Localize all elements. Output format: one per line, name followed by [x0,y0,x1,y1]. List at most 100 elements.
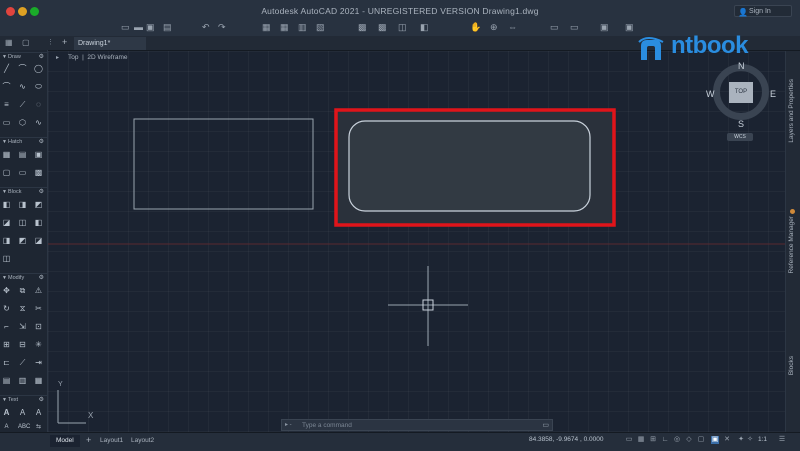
compass-west[interactable]: W [706,89,715,99]
rotate-tool-icon[interactable]: ↻ [2,304,11,313]
panel-reference-manager[interactable]: Reference Manager [788,216,795,273]
snap-toggle-icon[interactable]: ⊞ [649,436,657,444]
ellipse-tool-icon[interactable]: ⬭ [34,82,43,91]
extend-tool-icon[interactable]: ⇥ [34,358,43,367]
orbit-icon[interactable]: ⇔ [508,22,517,32]
model-space-icon[interactable]: ▭ [625,436,633,444]
plot-icon[interactable]: ▥ [298,22,307,32]
mirror-tool-icon[interactable]: ⧖ [18,304,27,313]
print-icon[interactable]: ▦ [262,22,271,32]
print-preview-icon[interactable]: ▦ [280,22,289,32]
text-style-icon[interactable]: A [34,408,43,417]
spell-check-icon[interactable]: A [2,423,11,432]
break-tool-icon[interactable]: ⊏ [2,358,11,367]
tab-layout2[interactable]: Layout2 [125,435,160,447]
redo-icon[interactable]: ↷ [218,22,226,32]
define-attribute-icon[interactable]: ◫ [18,218,27,227]
join-tool-icon[interactable]: ⟋ [18,358,27,367]
zoom-icon[interactable]: ⊕ [490,22,498,32]
abc-icon[interactable]: ABC [18,423,30,432]
fillet-tool-icon[interactable]: ⌐ [2,322,11,331]
annotation-icon[interactable]: ✦ [737,436,745,444]
hatch-tool-icon[interactable]: ▦ [2,150,11,159]
polar-toggle-icon[interactable]: ◎ [673,436,681,444]
mtext-tool-icon[interactable]: A [2,408,11,417]
command-history-icon[interactable]: ▭ [542,421,549,429]
scale-tool-icon[interactable]: ⊡ [34,322,43,331]
selection-cycling-icon[interactable]: ✕ [723,436,731,444]
palette-section-text[interactable]: ▼ Text ⚙ [0,395,47,404]
offset-tool-icon[interactable]: ⊟ [18,340,27,349]
publish-icon[interactable]: ▧ [316,22,325,32]
trim-tool-icon[interactable]: ✂ [34,304,43,313]
circle-tool-icon[interactable]: ◯ [34,64,43,73]
lengthen-tool-icon[interactable]: ▥ [18,376,27,385]
object-snap-icon[interactable]: ▢ [697,436,705,444]
properties-icon[interactable]: ▭ [550,22,559,32]
dtext-tool-icon[interactable]: A [18,408,27,417]
copy-tool-icon[interactable]: ⧉ [18,286,27,295]
polygon-tool-icon[interactable]: ⬡ [18,118,27,127]
edit-attribute-icon[interactable]: ◧ [34,218,43,227]
drawing-canvas[interactable]: ▸ Top | 2D Wireframe Y X N S W E TOP WCS [48,51,786,432]
save-icon[interactable]: ▣ [146,22,155,32]
arc-tool-icon[interactable]: ⌒ [2,82,11,91]
new-tab-button[interactable]: + [62,37,67,47]
grid-icon[interactable]: ▦ [5,38,13,47]
xline-tool-icon[interactable]: ⟋ [18,100,27,109]
import-icon[interactable]: ▩ [358,22,367,32]
compass-south[interactable]: S [738,119,744,129]
layer-icon[interactable]: ◧ [420,22,429,32]
gear-icon[interactable]: ⚙ [39,396,44,405]
array-tool-icon[interactable]: ⊞ [2,340,11,349]
open-folder-icon[interactable]: ▬ [134,22,143,32]
gradient-tool-icon[interactable]: ▤ [18,150,27,159]
gear-icon[interactable]: ⚙ [39,188,44,197]
insert-block-icon[interactable]: ◧ [2,200,11,209]
block-editor-icon[interactable]: ◪ [2,218,11,227]
lineweight-icon[interactable]: ▣ [711,436,719,444]
quick-calc-icon[interactable]: ▣ [600,22,609,32]
block-palette-icon[interactable]: ◩ [18,236,27,245]
find-text-icon[interactable]: ⇆ [34,423,43,432]
new-file-icon[interactable]: ▭ [121,22,130,32]
add-layout-button[interactable]: + [86,435,91,445]
sign-in-button[interactable]: 👤 Sign In [734,5,792,17]
attribute-manager-icon[interactable]: ◫ [2,254,11,263]
block-tag-icon[interactable]: ◪ [34,236,43,245]
chamfer-tool-icon[interactable]: ▤ [2,376,11,385]
align-tool-icon[interactable]: ▦ [34,376,43,385]
block-tool-icon[interactable]: ◨ [2,236,11,245]
measure-icon[interactable]: ▣ [625,22,634,32]
window-icon[interactable]: ▢ [22,38,30,47]
palette-section-draw[interactable]: ▼ Draw ⚙ [0,52,47,61]
tab-model[interactable]: Model [50,435,80,447]
grid-toggle-icon[interactable]: ▦ [637,436,645,444]
attach-icon[interactable]: ◫ [398,22,407,32]
tab-layout1[interactable]: Layout1 [94,435,129,447]
command-input[interactable] [302,420,532,430]
region-tool-icon[interactable]: ▢ [2,168,11,177]
line-tool-icon[interactable]: ╱ [2,64,11,73]
gear-icon[interactable]: ⚙ [39,274,44,283]
revcloud-tool-icon[interactable]: ∿ [34,118,43,127]
undo-icon[interactable]: ↶ [202,22,210,32]
explode-tool-icon[interactable]: ✳ [34,340,43,349]
command-prompt-icon[interactable]: ▸ - [285,421,292,428]
table-tool-icon[interactable]: ▩ [34,168,43,177]
stretch-tool-icon[interactable]: ⇲ [18,322,27,331]
palette-section-hatch[interactable]: ▼ Hatch ⚙ [0,137,47,146]
ellipse-arc-tool-icon[interactable]: ◌ [34,100,43,109]
tab-drawing1[interactable]: Drawing1* [74,37,146,50]
ortho-toggle-icon[interactable]: ∟ [661,436,669,444]
boundary-tool-icon[interactable]: ▣ [34,150,43,159]
annotation-scale-icon[interactable]: ✧ [746,436,754,444]
palette-section-block[interactable]: ▼ Block ⚙ [0,187,47,196]
scale-label[interactable]: 1:1 [758,436,767,443]
gear-icon[interactable]: ⚙ [39,53,44,62]
spline-tool-icon[interactable]: ∿ [18,82,27,91]
save-as-icon[interactable]: ▤ [163,22,172,32]
panel-blocks[interactable]: Blocks [788,356,795,375]
export-icon[interactable]: ▩ [378,22,387,32]
wipeout-tool-icon[interactable]: ▭ [18,168,27,177]
